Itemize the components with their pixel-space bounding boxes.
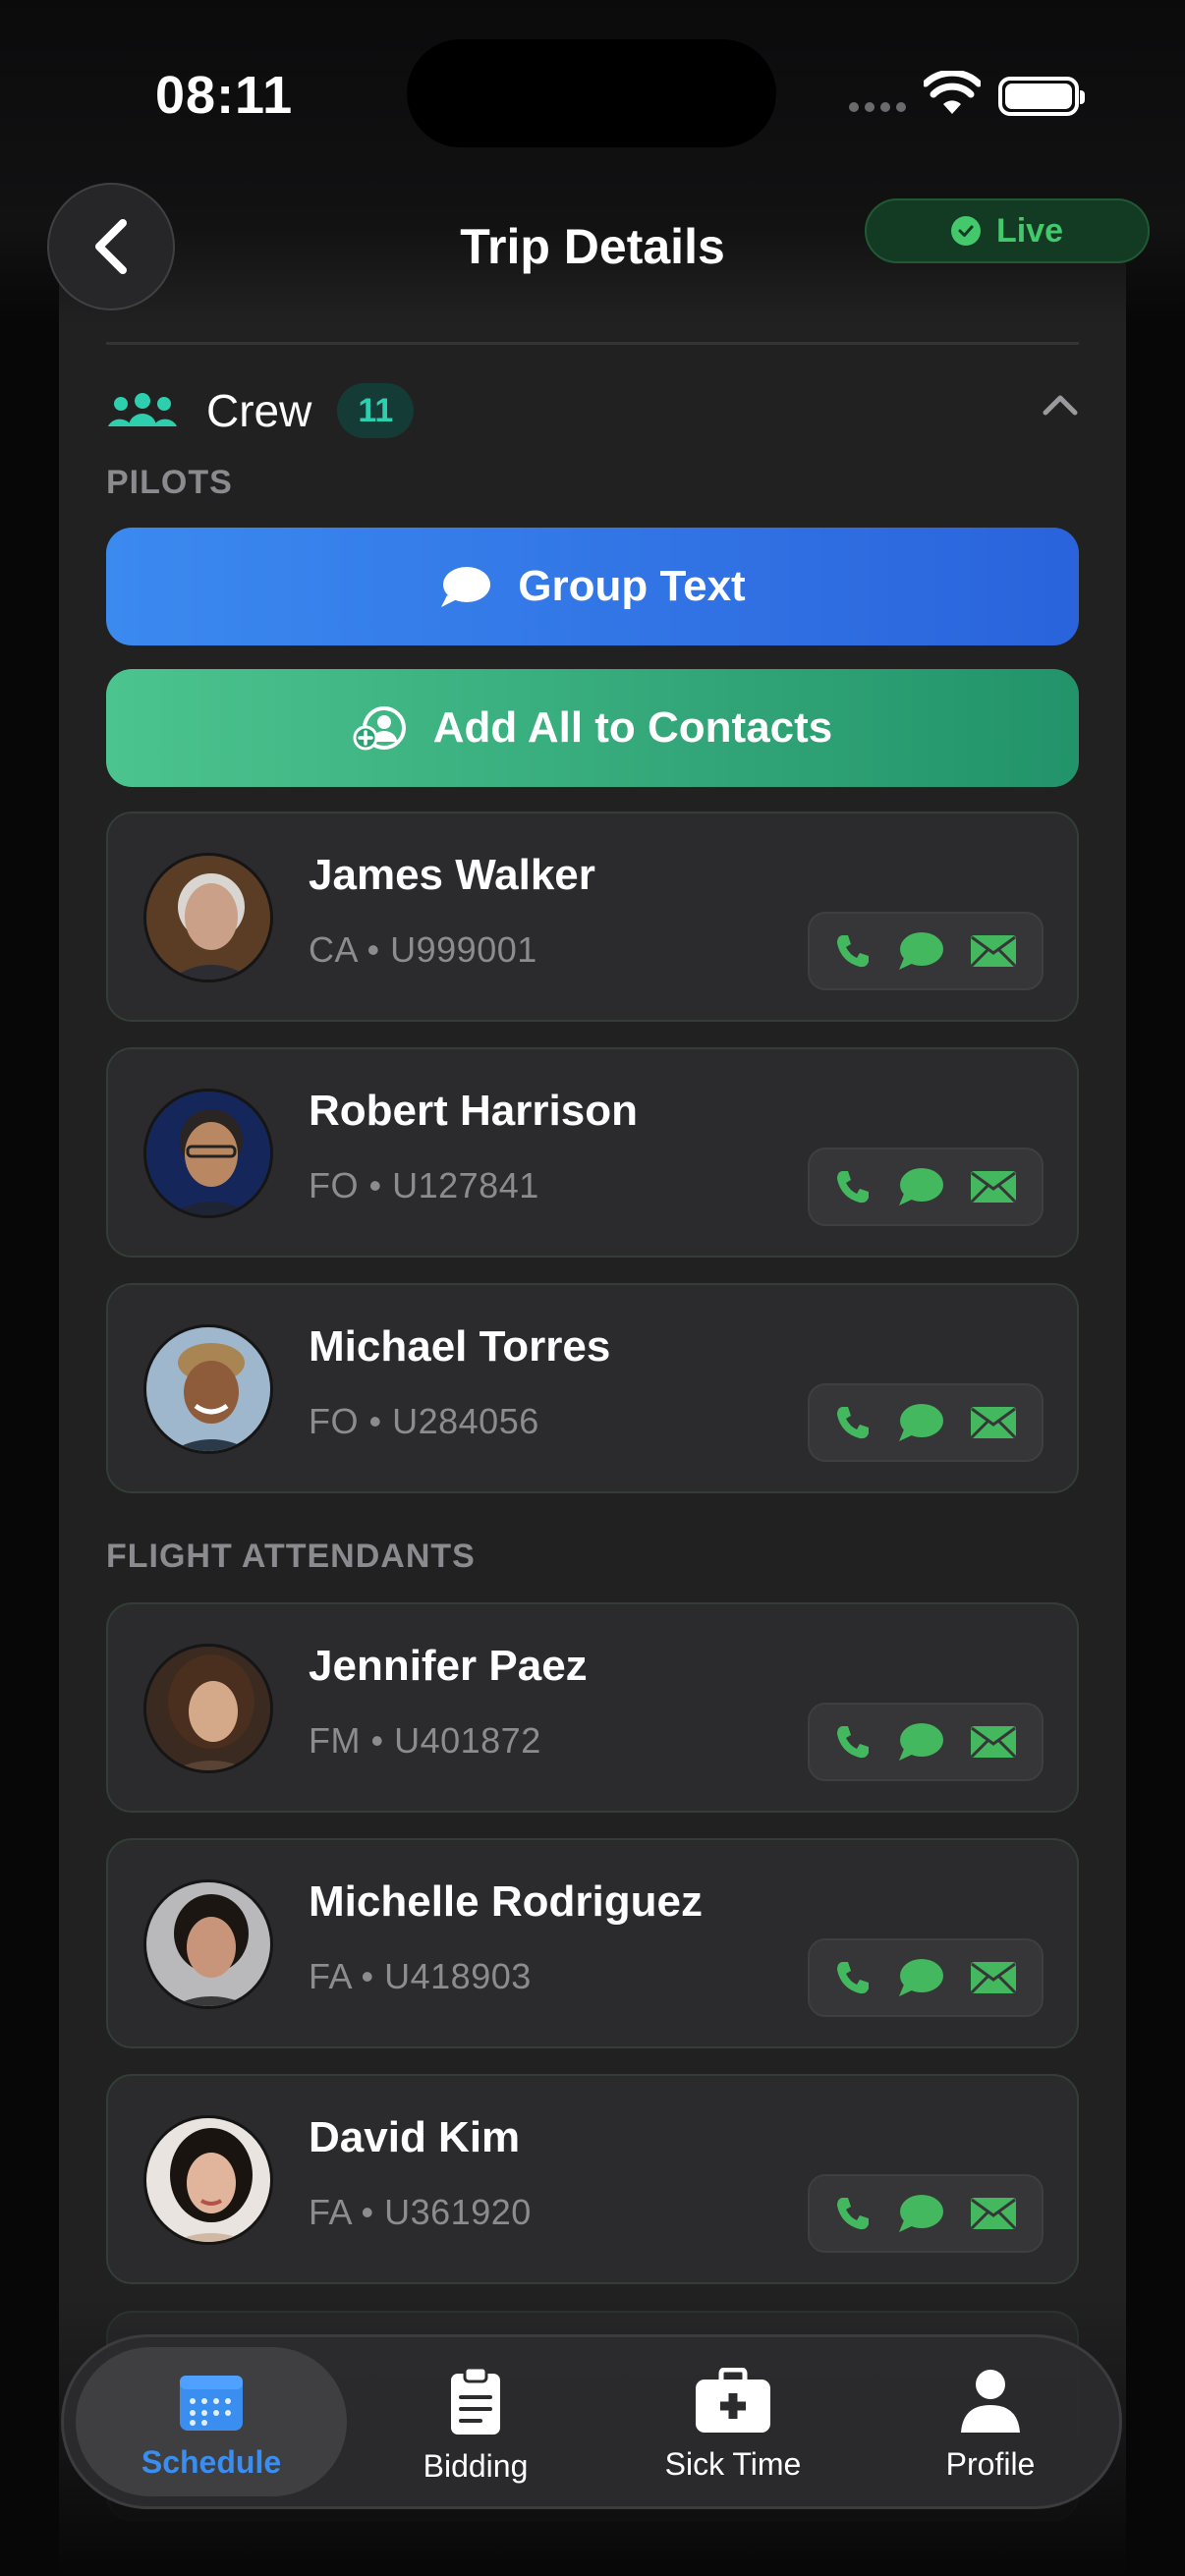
tab-bar: Schedule Bidding Sick Time Profile: [61, 2334, 1122, 2509]
message-icon[interactable]: [896, 1402, 945, 1443]
chat-bubble-icon: [441, 567, 491, 607]
contact-actions: [808, 2174, 1044, 2253]
crew-meta: FO • U284056: [309, 1401, 539, 1441]
crew-card[interactable]: Jennifer Paez FM • U401872: [106, 1602, 1079, 1813]
live-label: Live: [995, 211, 1064, 250]
message-icon[interactable]: [896, 1721, 945, 1763]
add-contacts-label: Add All to Contacts: [432, 703, 833, 752]
live-status-badge: Live: [865, 198, 1150, 263]
add-all-contacts-button[interactable]: Add All to Contacts: [106, 669, 1079, 787]
tab-bidding[interactable]: Bidding: [347, 2337, 604, 2512]
avatar: [143, 1324, 273, 1454]
clipboard-icon: [451, 2366, 500, 2435]
pilots-heading: PILOTS: [106, 464, 233, 501]
mail-icon[interactable]: [969, 1960, 1018, 1995]
contact-actions: [808, 1938, 1044, 2017]
crew-name: Robert Harrison: [309, 1087, 638, 1135]
crew-name: Michelle Rodriguez: [309, 1877, 703, 1926]
screen: 08:11 Trip Details Live Crew 11 PILOTS G…: [0, 0, 1185, 2576]
crew-label: Crew: [206, 385, 312, 436]
divider: [106, 342, 1079, 345]
tab-sick-time[interactable]: Sick Time: [604, 2337, 862, 2512]
contact-actions: [808, 912, 1044, 990]
crew-card[interactable]: Michelle Rodriguez FA • U418903: [106, 1838, 1079, 2048]
avatar: [143, 1089, 273, 1218]
group-text-label: Group Text: [518, 562, 746, 610]
contact-actions: [808, 1703, 1044, 1781]
dynamic-island: [407, 39, 776, 147]
person-icon: [961, 2369, 1020, 2433]
cellular-signal-icon: [849, 102, 906, 116]
crew-card[interactable]: David Kim FA • U361920: [106, 2074, 1079, 2284]
crew-meta: FM • U401872: [309, 1720, 541, 1761]
crew-section-header[interactable]: Crew 11: [106, 375, 1079, 446]
tab-profile[interactable]: Profile: [862, 2337, 1119, 2512]
phone-icon[interactable]: [833, 931, 873, 971]
avatar: [143, 1644, 273, 1773]
avatar: [143, 2115, 273, 2245]
crew-name: David Kim: [309, 2113, 521, 2161]
tab-schedule[interactable]: Schedule: [76, 2337, 347, 2512]
flight-attendants-heading: FLIGHT ATTENDANTS: [106, 1538, 476, 1575]
mail-icon[interactable]: [969, 933, 1018, 969]
tab-label: Bidding: [423, 2447, 529, 2484]
crew-meta: FA • U418903: [309, 1956, 532, 1996]
crew-name: Jennifer Paez: [309, 1642, 588, 1690]
message-icon[interactable]: [896, 1166, 945, 1207]
crew-card[interactable]: Michael Torres FO • U284056: [106, 1283, 1079, 1493]
mail-icon[interactable]: [969, 1405, 1018, 1440]
wifi-icon: [924, 71, 981, 114]
message-icon[interactable]: [896, 930, 945, 972]
chevron-up-icon[interactable]: [1042, 393, 1079, 417]
avatar: [143, 1879, 273, 2009]
mail-icon[interactable]: [969, 1169, 1018, 1204]
phone-icon[interactable]: [833, 1958, 873, 1997]
group-text-button[interactable]: Group Text: [106, 528, 1079, 645]
phone-icon[interactable]: [833, 1722, 873, 1762]
phone-icon[interactable]: [833, 1167, 873, 1206]
crew-meta: FO • U127841: [309, 1165, 539, 1205]
crew-count-badge: 11: [337, 383, 415, 438]
avatar: [143, 853, 273, 982]
calendar-icon: [180, 2375, 243, 2431]
check-circle-icon: [950, 216, 981, 246]
tab-label: Schedule: [141, 2443, 282, 2480]
battery-icon: [998, 77, 1085, 116]
contact-actions: [808, 1148, 1044, 1226]
add-contact-icon: [353, 706, 406, 751]
phone-icon[interactable]: [833, 2194, 873, 2233]
crew-name: Michael Torres: [309, 1322, 611, 1371]
status-time: 08:11: [155, 66, 294, 125]
phone-icon[interactable]: [833, 1403, 873, 1442]
tab-label: Profile: [945, 2445, 1036, 2482]
message-icon[interactable]: [896, 1957, 945, 1998]
crew-name: James Walker: [309, 851, 595, 899]
medkit-icon: [696, 2367, 770, 2433]
message-icon[interactable]: [896, 2193, 945, 2234]
tab-label: Sick Time: [664, 2445, 802, 2482]
mail-icon[interactable]: [969, 1724, 1018, 1760]
crew-card[interactable]: Robert Harrison FO • U127841: [106, 1047, 1079, 1258]
mail-icon[interactable]: [969, 2196, 1018, 2231]
contact-actions: [808, 1383, 1044, 1462]
crew-meta: FA • U361920: [309, 2192, 532, 2232]
people-icon: [108, 393, 177, 426]
crew-card[interactable]: James Walker CA • U999001: [106, 812, 1079, 1022]
crew-meta: CA • U999001: [309, 929, 537, 970]
